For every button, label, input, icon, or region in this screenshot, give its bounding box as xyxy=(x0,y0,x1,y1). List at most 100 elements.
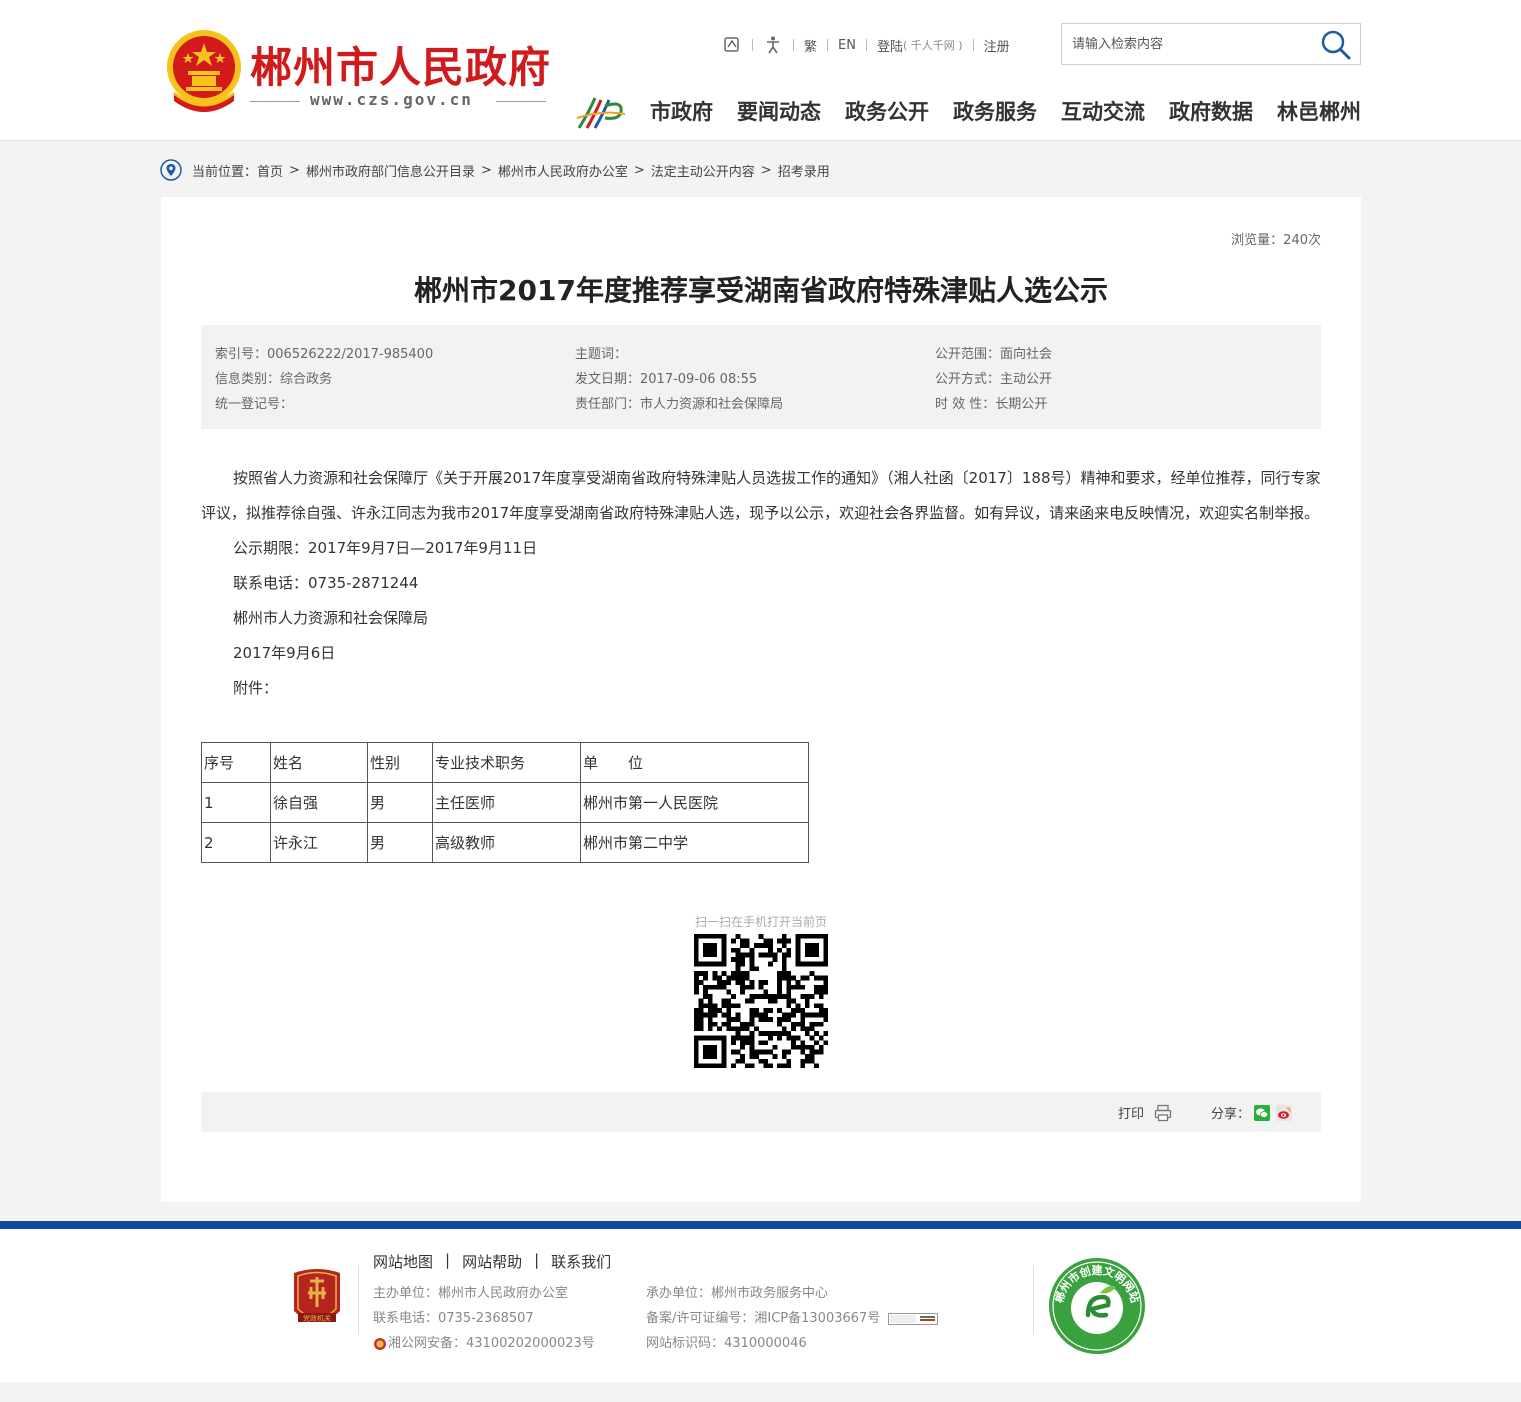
breadcrumb-public-content[interactable]: 法定主动公开内容 xyxy=(651,161,755,180)
table-cell: 郴州市第二中学 xyxy=(580,822,809,863)
table-header-row: 序号 姓名 性别 专业技术职务 单 位 xyxy=(201,742,809,783)
share-bar: 打印 分享： xyxy=(201,1092,1321,1132)
body-phone: 联系电话：0735-2871244 xyxy=(233,574,419,592)
police-emblem-icon[interactable] xyxy=(373,1337,387,1351)
breadcrumb-directory[interactable]: 郴州市政府部门信息公开目录 xyxy=(306,161,475,180)
breadcrumb: 当前位置： 首页 > 郴州市政府部门信息公开目录 > 郴州市人民政府办公室 > … xyxy=(160,158,830,182)
wechat-icon[interactable] xyxy=(1254,1104,1271,1121)
footer-link-contact[interactable]: 联系我们 xyxy=(551,1251,611,1272)
table-cell: 男 xyxy=(367,782,433,823)
footer-link-help[interactable]: 网站帮助 xyxy=(462,1251,522,1272)
breadcrumb-home[interactable]: 首页 xyxy=(257,161,283,180)
table-cell: 主任医师 xyxy=(432,782,581,823)
login-link[interactable]: 登陆 xyxy=(877,36,903,55)
article-card: 浏览量：240次 郴州市2017年度推荐享受湖南省政府特殊津贴人选公示 索引号：… xyxy=(161,197,1361,1202)
table-cell: 1 xyxy=(201,782,271,823)
share-area: 分享： xyxy=(1211,1103,1293,1122)
attachment-table: 序号 姓名 性别 专业技术职务 单 位 1 徐自强 男 主任医师 郴州市第一人民… xyxy=(201,742,809,863)
footer-police-record-line: 湘公网安备：43100202000023号 xyxy=(373,1331,595,1356)
toplink-separator xyxy=(752,39,753,51)
table-header-cell: 序号 xyxy=(201,742,271,783)
table-header-cell: 性别 xyxy=(367,742,433,783)
site-title[interactable]: 郴州市人民政府 xyxy=(250,34,551,95)
footer: 党政机关 网站地图 | 网站帮助 | 联系我们 主办单位：郴州市人民政府办公室 … xyxy=(0,1229,1521,1382)
nav-item-open-affairs[interactable]: 政务公开 xyxy=(845,96,929,126)
breadcrumb-recruitment[interactable]: 招考录用 xyxy=(778,161,830,180)
login-sub-label: ( 千人千网 ) xyxy=(902,39,963,52)
nav-item-linyi-chenzhou[interactable]: 林邑郴州 xyxy=(1277,96,1361,126)
url-left-rule xyxy=(250,101,300,102)
party-badge-text: 党政机关 xyxy=(303,1314,331,1323)
header: 郴州市人民政府 www.czs.gov.cn 繁 EN 登陆 ( 千人千网 ) … xyxy=(0,0,1521,141)
body-organization: 郴州市人力资源和社会保障局 xyxy=(233,609,429,627)
accessibility-icon[interactable] xyxy=(763,35,783,55)
civilized-website-badge-icon[interactable]: 郴州市创建文明网站 xyxy=(1048,1257,1146,1355)
party-government-badge-icon[interactable]: 党政机关 xyxy=(290,1267,344,1331)
print-label: 打印 xyxy=(1118,1107,1145,1122)
breadcrumb-separator: > xyxy=(760,162,772,178)
table-row: 1 徐自强 男 主任医师 郴州市第一人民医院 xyxy=(201,782,809,823)
main-nav: 市政府 要闻动态 政务公开 政务服务 互动交流 政府数据 林邑郴州 xyxy=(650,96,1361,126)
meta-keywords: 主题词： xyxy=(575,347,628,362)
table-row: 2 许永江 男 高级教师 郴州市第二中学 xyxy=(201,822,809,863)
traditional-chinese-link[interactable]: 繁 xyxy=(804,36,817,55)
footer-divider xyxy=(358,1265,359,1335)
meta-publish-date: 发文日期：2017-09-06 08:55 xyxy=(575,372,758,387)
meta-column-1: 索引号：006526222/2017-985400 信息类别：综合政务 统一登记… xyxy=(215,342,433,417)
article-meta: 索引号：006526222/2017-985400 信息类别：综合政务 统一登记… xyxy=(201,325,1321,429)
page-bottom-band xyxy=(0,1382,1521,1402)
meta-index-number: 索引号：006526222/2017-985400 xyxy=(215,347,434,362)
footer-site-code: 网站标识码：4310000046 xyxy=(646,1336,807,1351)
breadcrumb-office[interactable]: 郴州市人民政府办公室 xyxy=(498,161,628,180)
meta-column-2: 主题词： 发文日期：2017-09-06 08:55 责任部门：市人力资源和社会… xyxy=(575,342,783,417)
share-label: 分享： xyxy=(1211,1107,1251,1122)
table-cell: 2 xyxy=(201,822,271,863)
footer-link-separator: | xyxy=(534,1251,540,1269)
body-date: 2017年9月6日 xyxy=(233,644,336,662)
footer-info-left: 主办单位：郴州市人民政府办公室 联系电话：0735-2368507 湘公网安备：… xyxy=(373,1281,595,1356)
table-header-cell: 姓名 xyxy=(270,742,368,783)
toplink-separator xyxy=(865,39,867,51)
table-cell: 郴州市第一人民医院 xyxy=(580,782,809,823)
nav-item-news[interactable]: 要闻动态 xyxy=(737,96,821,126)
breadcrumb-separator: > xyxy=(289,162,300,178)
cnzz-icon[interactable] xyxy=(888,1312,939,1325)
table-cell: 高级教师 xyxy=(432,822,581,863)
article-body: 按照省人力资源和社会保障厅《关于开展2017年度享受湖南省政府特殊津贴人员选拔工… xyxy=(201,461,1321,706)
english-link[interactable]: EN xyxy=(838,38,856,53)
weibo-icon[interactable] xyxy=(1276,1104,1293,1121)
elder-mode-icon[interactable] xyxy=(722,35,742,55)
footer-link-separator: | xyxy=(445,1251,451,1269)
search-box xyxy=(1061,23,1361,65)
nav-item-services[interactable]: 政务服务 xyxy=(953,96,1037,126)
meta-validity: 时 效 性：长期公开 xyxy=(935,397,1048,412)
meta-department: 责任部门：市人力资源和社会保障局 xyxy=(575,397,784,412)
breadcrumb-separator: > xyxy=(480,162,492,178)
register-link[interactable]: 注册 xyxy=(984,36,1010,55)
breadcrumb-separator: > xyxy=(633,162,645,178)
search-input[interactable] xyxy=(1062,24,1312,64)
url-right-rule xyxy=(496,101,546,102)
breadcrumb-prefix: 当前位置： xyxy=(192,164,258,180)
nav-item-data[interactable]: 政府数据 xyxy=(1169,96,1253,126)
meta-registration-number: 统一登记号： xyxy=(215,397,294,412)
national-emblem-icon[interactable] xyxy=(164,27,244,113)
table-cell: 许永江 xyxy=(270,822,368,863)
footer-link-sitemap[interactable]: 网站地图 xyxy=(373,1251,433,1272)
toplink-separator xyxy=(827,39,829,51)
footer-police-record[interactable]: 湘公网安备：43100202000023号 xyxy=(388,1331,595,1356)
meta-scope: 公开范围：面向社会 xyxy=(935,347,1053,362)
footer-icp[interactable]: 备案/许可证编号：湘ICP备13003667号 xyxy=(646,1306,880,1331)
nav-item-government[interactable]: 市政府 xyxy=(650,96,713,126)
site-url: www.czs.gov.cn xyxy=(310,90,473,109)
footer-host-unit: 主办单位：郴州市人民政府办公室 xyxy=(373,1286,569,1301)
meta-method: 公开方式：主动公开 xyxy=(935,372,1053,387)
toplink-separator xyxy=(972,39,974,51)
print-button[interactable]: 打印 xyxy=(1118,1103,1172,1122)
top-links: 繁 EN 登陆 ( 千人千网 ) 注册 xyxy=(722,33,1010,57)
nav-item-interaction[interactable]: 互动交流 xyxy=(1061,96,1145,126)
footer-info-right: 承办单位：郴州市政务服务中心 备案/许可证编号：湘ICP备13003667号 网… xyxy=(646,1281,939,1356)
meta-column-3: 公开范围：面向社会 公开方式：主动公开 时 效 性：长期公开 xyxy=(935,342,1052,417)
meta-category: 信息类别：综合政务 xyxy=(215,372,333,387)
search-icon[interactable] xyxy=(1320,29,1352,61)
